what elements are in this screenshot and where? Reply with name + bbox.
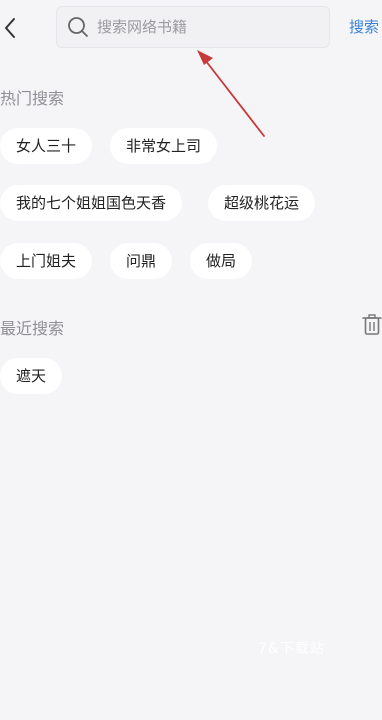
hot-search-item[interactable]: 超级桃花运 <box>208 185 316 221</box>
clear-history-button[interactable] <box>362 314 382 336</box>
hot-search-item[interactable]: 问鼎 <box>110 243 173 279</box>
hot-search-item[interactable]: 非常女上司 <box>110 128 218 164</box>
trash-icon <box>362 314 382 335</box>
hot-search-item[interactable]: 做局 <box>190 243 253 279</box>
recent-search-item[interactable]: 遮天 <box>0 358 63 394</box>
search-button[interactable]: 搜索 <box>349 16 379 37</box>
hot-search-item[interactable]: 女人三十 <box>0 128 93 164</box>
search-box[interactable] <box>56 6 330 48</box>
chevron-left-icon <box>5 18 15 38</box>
hot-search-title: 热门搜索 <box>0 89 65 108</box>
watermark: 7&下载站 <box>258 641 325 657</box>
back-button[interactable] <box>0 14 20 42</box>
recent-search-title: 最近搜索 <box>0 319 65 338</box>
search-icon <box>68 17 88 37</box>
hot-search-item[interactable]: 我的七个姐姐国色天香 <box>0 185 183 221</box>
top-bar: 搜索 <box>0 0 382 56</box>
search-input[interactable] <box>97 18 297 36</box>
hot-search-item[interactable]: 上门姐夫 <box>0 243 93 279</box>
